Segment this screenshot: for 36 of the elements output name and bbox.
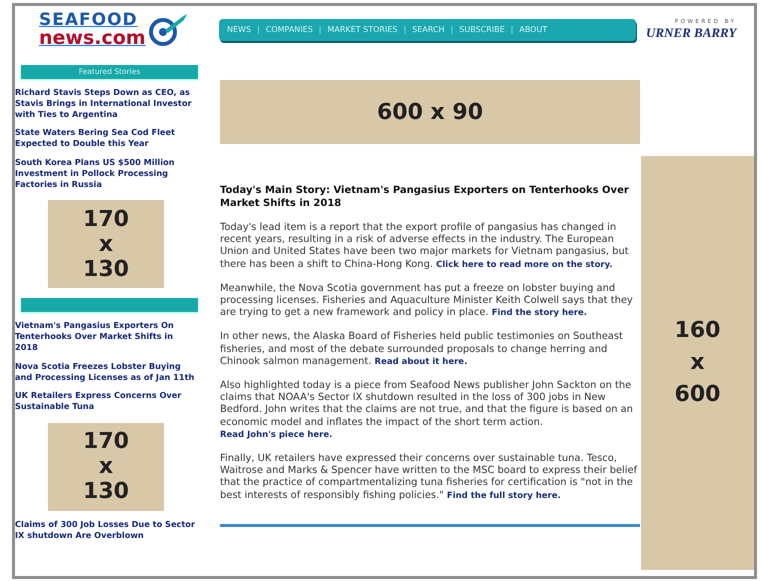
read-more-link[interactable]: Read about it here. bbox=[374, 356, 468, 367]
nav-separator: | bbox=[318, 24, 322, 36]
read-more-link[interactable]: Find the story here. bbox=[492, 308, 587, 318]
ad-size-text: 170 bbox=[83, 206, 129, 232]
ad-size-text: 160 bbox=[674, 317, 720, 345]
ad-size-text: 600 bbox=[674, 381, 720, 409]
nav-separator: | bbox=[257, 24, 260, 36]
story-paragraph: Today's lead item is a report that the export profile of pangasius has changed in recent years, resulting in a risk of adverse effects in the industry. The European Union and United States have been two major markets for Vietnam pangasius, but there has been a shift to China-Hong Kong. Click here to read more on the story. bbox=[220, 222, 630, 271]
story-title: Today's Main Story: Vietnam's Pangasius Exporters on Tenterhooks Over Market Shifts in 2018 bbox=[220, 184, 630, 210]
nav-separator: | bbox=[510, 24, 514, 36]
read-more-link[interactable]: Click here to read more on the story. bbox=[436, 260, 613, 270]
ad-size-text: x bbox=[98, 454, 114, 480]
story-paragraph: Meanwhile, the Nova Scotia government has put a freeze on lobster buying and processing licenses. Fisheries and Aquaculture Minister Keith Colwell says that they are trying to get a new framework and policy in place. Find the story here. bbox=[220, 282, 634, 320]
nav-separator: | bbox=[450, 24, 454, 36]
story-link[interactable]: UK Retailers Express Concerns Over Sustainable Tuna bbox=[15, 390, 198, 412]
story-link[interactable]: Nova Scotia Freezes Lobster Buying and Processing Licenses as of Jan 11th bbox=[15, 360, 198, 382]
story-paragraph: Finally, UK retailers have expressed their concerns over sustainable tuna. Tesco, Waitrose and Marks & Spencer have written to the MSC board to express their belief that the practice of compartmentalizing tuna fisheries for certification is "not in the best interests of responsibly fishing policies." Find the full story here. bbox=[220, 453, 638, 502]
powered-by-logo: URNER BARRY bbox=[646, 26, 736, 40]
story-paragraph: Also highlighted today is a piece from Seafood News publisher John Sackton on the claims that NOAA's Sector IX shutdown resulted in the loss of 300 jobs in New Bedford. John writes that the claims are not true, and that the figure is based on an economic model and inflates the impact of the short term action. Read John's piece here. bbox=[220, 380, 634, 442]
story-link[interactable]: South Korea Plans US $500 Million Investment in Pollock Processing Factories in Russia bbox=[15, 156, 198, 190]
ad-size-text: x bbox=[690, 349, 705, 377]
ad-size-text: 130 bbox=[83, 256, 129, 282]
ad-size-text: 170 bbox=[83, 429, 129, 454]
story-paragraph: In other news, the Alaska Board of Fisheries held public testimonies on Southeast fisheries, and most of the debate surrounded proposals to change herring and Chinook salmon management. Read about it here. bbox=[220, 331, 624, 368]
story-link[interactable]: State Waters Bering Sea Cod Fleet Expected to Double this Year bbox=[15, 127, 198, 149]
read-more-link[interactable]: Find the full story here. bbox=[446, 490, 561, 501]
logo-text[interactable]: news.com bbox=[39, 29, 146, 48]
read-more-link[interactable]: Read John's piece here. bbox=[220, 430, 332, 440]
ad-size-text: 130 bbox=[83, 479, 129, 504]
logo-text[interactable]: SEAFOOD bbox=[39, 12, 146, 29]
nav-separator: | bbox=[403, 24, 406, 36]
ad-size-text: 600 x 90 bbox=[376, 98, 484, 126]
ad-size-text: x bbox=[98, 232, 114, 257]
story-link[interactable]: Vietnam's Pangasius Exporters On Tenterhooks Over Market Shifts in 2018 bbox=[15, 320, 198, 353]
story-link[interactable]: Claims of 300 Job Losses Due to Sector IX shutdown Are Overblown bbox=[15, 518, 198, 541]
story-link[interactable]: Richard Stavis Steps Down as CEO, as Stavis Brings in International Investor with Ties to Argentina bbox=[15, 87, 198, 120]
